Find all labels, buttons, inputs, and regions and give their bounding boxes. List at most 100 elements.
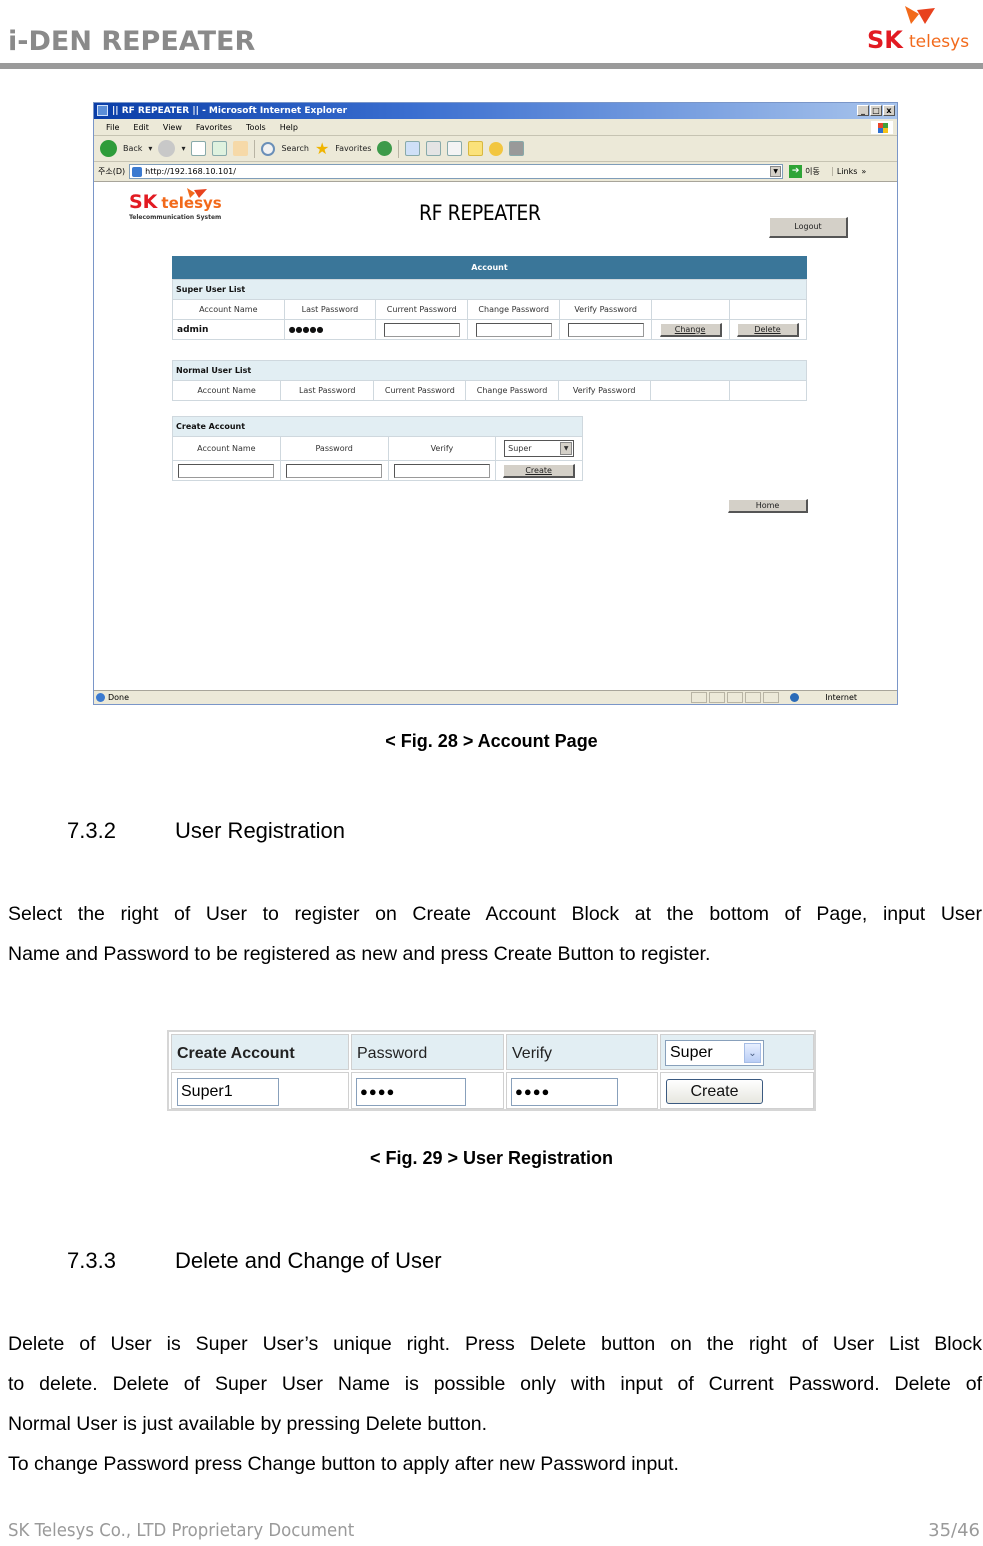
logo-subtitle: Telecommunication System	[129, 214, 222, 221]
address-input[interactable]: http://192.168.10.101/ ▼	[129, 164, 784, 179]
favorites-label[interactable]: Favorites	[335, 144, 371, 153]
col-verify: Verify	[387, 436, 497, 461]
create-account-header-cell: Create Account	[171, 1034, 349, 1070]
section-number: 7.3.2	[67, 818, 116, 843]
home-button[interactable]: Home	[728, 499, 808, 513]
current-password-input[interactable]	[383, 322, 460, 337]
menu-tools[interactable]: Tools	[246, 119, 266, 135]
account-header-bar: Account	[172, 256, 807, 279]
new-password-input[interactable]	[286, 463, 383, 478]
account-type-select[interactable]: Super ⌄	[665, 1040, 764, 1066]
account-name-cell: admin	[172, 319, 285, 340]
address-dropdown-icon[interactable]: ▼	[770, 166, 782, 177]
notes-icon[interactable]	[468, 141, 484, 156]
maximize-button[interactable]: □	[870, 105, 882, 116]
last-password-cell: ●●●●●	[283, 319, 377, 340]
password-header-cell: Password	[351, 1034, 504, 1070]
status-pane	[691, 692, 707, 703]
col-current-password: Current Password	[373, 380, 467, 401]
history-icon[interactable]	[377, 141, 393, 156]
change-button[interactable]: Change	[659, 322, 722, 337]
chevron-right-icon[interactable]: »	[861, 167, 866, 176]
normal-user-list-table: Normal User List Account Name Last Passw…	[171, 360, 808, 401]
section-733-heading: 7.3.3 Delete and Change of User	[67, 1248, 442, 1274]
table-header-row: Account Name Last Password Current Passw…	[172, 299, 807, 320]
go-label[interactable]: 이동	[805, 166, 820, 177]
chevron-down-icon[interactable]: ▼	[560, 442, 573, 455]
account-type-select[interactable]: Super ▼	[504, 440, 575, 457]
edit-icon[interactable]	[447, 141, 463, 156]
address-url[interactable]: http://192.168.10.101/	[145, 167, 236, 176]
forward-dropdown-icon[interactable]: ▾	[181, 144, 185, 153]
super-user-list-table: Super User List Account Name Last Passwo…	[172, 279, 807, 340]
home-icon[interactable]	[233, 141, 249, 156]
menu-view[interactable]: View	[163, 119, 182, 135]
menu-favorites[interactable]: Favorites	[196, 119, 232, 135]
ie-app-icon	[97, 105, 108, 116]
back-label[interactable]: Back	[123, 144, 142, 153]
menu-edit[interactable]: Edit	[133, 119, 149, 135]
figure-29-caption: < Fig. 29 > User Registration	[369, 1148, 614, 1168]
create-button[interactable]: Create	[666, 1079, 763, 1104]
account-type-cell: Super ▼	[495, 436, 583, 461]
browser-title-bar: || RF REPEATER || - Microsoft Internet E…	[94, 103, 897, 119]
links-label[interactable]: Links	[831, 167, 857, 176]
search-icon[interactable]	[261, 141, 276, 156]
status-pane	[763, 692, 779, 703]
change-password-input[interactable]	[475, 322, 552, 337]
forward-icon[interactable]	[158, 140, 176, 157]
verify-header-cell: Verify	[506, 1034, 658, 1070]
create-account-title: Create Account	[177, 1045, 295, 1062]
verify-password-input[interactable]	[567, 322, 644, 337]
create-account-figure: Create Account Password Verify Super ⌄ S…	[167, 1030, 816, 1111]
new-verify-input[interactable]	[393, 463, 490, 478]
repeater-page-title: RF REPEATER	[419, 201, 541, 225]
col-account-name: Account Name	[172, 436, 281, 461]
stop-icon[interactable]	[191, 141, 207, 156]
address-label: 주소(D)	[98, 167, 126, 176]
status-pane	[727, 692, 743, 703]
create-button[interactable]: Create	[503, 463, 576, 478]
blog-icon[interactable]	[509, 141, 525, 156]
current-password-cell	[375, 319, 469, 340]
refresh-icon[interactable]	[212, 141, 228, 156]
print-icon[interactable]	[426, 141, 442, 156]
section-title: Delete and Change of User	[175, 1248, 442, 1273]
browser-menu-bar: File Edit View Favorites Tools Help	[94, 119, 897, 136]
sk-telesys-logo: SK telesys	[857, 2, 977, 58]
back-dropdown-icon[interactable]: ▾	[148, 144, 152, 153]
mail-icon[interactable]	[405, 141, 421, 156]
favorites-star-icon[interactable]: ★	[315, 139, 329, 158]
internet-globe-icon	[790, 693, 799, 702]
delete-button[interactable]: Delete	[737, 322, 800, 337]
browser-status-bar: Done Internet	[94, 690, 897, 704]
logout-button[interactable]: Logout	[769, 217, 848, 238]
back-icon[interactable]	[100, 140, 117, 157]
menu-help[interactable]: Help	[280, 119, 298, 135]
new-account-name-input[interactable]	[178, 463, 275, 478]
paragraph-line: Normal User is just available by pressin…	[8, 1413, 488, 1435]
window-title: || RF REPEATER || - Microsoft Internet E…	[112, 106, 348, 116]
go-arrow-icon[interactable]: ➔	[789, 165, 803, 178]
footer-proprietary-notice: SK Telesys Co., LTD Proprietary Document	[8, 1520, 355, 1541]
col-verify-password: Verify Password	[559, 299, 653, 320]
verify-input[interactable]: ●●●●	[511, 1078, 618, 1106]
close-button[interactable]: x	[883, 105, 895, 116]
status-pane	[745, 692, 761, 703]
telesys-text: telesys	[909, 32, 970, 52]
browser-window-screenshot: || RF REPEATER || - Microsoft Internet E…	[93, 102, 898, 705]
account-name-input[interactable]: Super1	[177, 1078, 279, 1106]
search-label[interactable]: Search	[281, 144, 308, 153]
research-icon[interactable]	[489, 141, 504, 156]
verify-password-cell	[559, 319, 653, 340]
minimize-button[interactable]: _	[857, 105, 869, 116]
menu-file[interactable]: File	[106, 119, 119, 135]
col-change	[649, 380, 730, 401]
change-cell: Change	[651, 319, 731, 340]
sk-wing-icon	[187, 188, 207, 198]
password-input[interactable]: ●●●●	[356, 1078, 466, 1106]
sk-text: SK	[867, 26, 903, 54]
account-type-value: Super	[670, 1044, 713, 1061]
chevron-down-icon[interactable]: ⌄	[744, 1043, 761, 1063]
change-password-cell	[467, 319, 561, 340]
